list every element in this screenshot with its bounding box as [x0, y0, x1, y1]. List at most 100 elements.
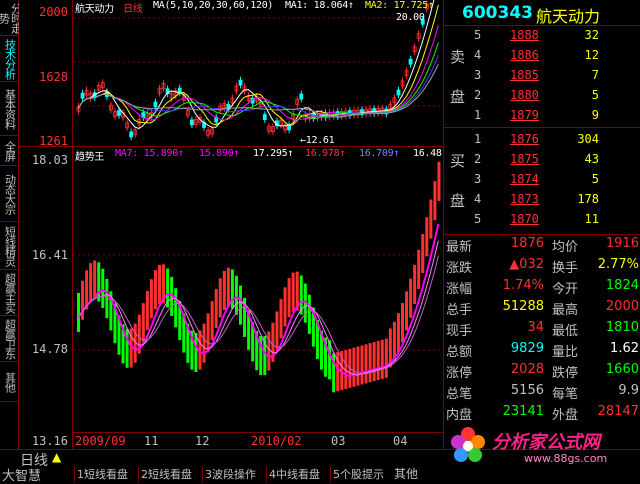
stats-divider [444, 234, 640, 235]
trend-v5: 16.709↑ [359, 148, 400, 159]
sell-volume: 32 [584, 28, 599, 42]
date-3: 12 [195, 434, 210, 448]
sell-level: 1 [474, 108, 482, 122]
stat-label: 涨幅 [446, 282, 473, 297]
trend-bar [275, 311, 279, 351]
trend-bar [214, 288, 218, 329]
trend-bar [158, 264, 161, 305]
sell-volume: 5 [591, 88, 599, 102]
stat-label: 总手 [446, 303, 473, 318]
left-tab-2[interactable]: 技术分析 [0, 36, 19, 82]
date-1: 2009/09 [75, 434, 126, 448]
kline-chart[interactable] [73, 0, 443, 449]
left-tab-7[interactable]: 超赢主买 [0, 270, 19, 316]
sell-row[interactable]: 1 1879 9 [444, 106, 640, 124]
trend-v6: 16.48 [413, 148, 442, 159]
left-tab-8[interactable]: 超赢卫东 [0, 316, 19, 362]
stat-value: 1.62 [610, 341, 639, 356]
sell-row[interactable]: 4 1886 12 [444, 46, 640, 64]
stat-label: 最高 [552, 303, 579, 318]
kline-body [153, 101, 158, 108]
left-tab-5[interactable]: 动态大宗 [0, 166, 19, 222]
left-tab-9[interactable]: 其他 [0, 362, 19, 402]
sell-row[interactable]: 3 1885 7 [444, 66, 640, 84]
stock-title: 航天动力 [75, 4, 114, 15]
trend-bar [279, 299, 283, 339]
trend-bar [101, 268, 105, 308]
left-tab-4[interactable]: 全屏 [0, 136, 19, 166]
buy-volume: 5 [591, 172, 599, 186]
stock-name: 航天动力 [536, 7, 601, 26]
sell-price: 1885 [510, 68, 539, 82]
buy-volume: 304 [577, 132, 599, 146]
ma7-value: MA7: 15.890↑ [115, 148, 184, 159]
stat-label: 总额 [446, 345, 473, 360]
stat-label: 内盘 [446, 408, 473, 423]
stat-label: 换手 [552, 261, 579, 276]
stat-label: 总笔 [446, 387, 473, 402]
trend-bar [210, 301, 214, 341]
trend-bar [368, 343, 372, 383]
stat-value: 34 [527, 320, 544, 335]
trend-bar [267, 331, 271, 371]
stat-value: 1660 [605, 362, 639, 377]
high-note: 20.00 [396, 12, 425, 23]
trend-bar [77, 292, 80, 333]
sell-price: 1880 [510, 88, 539, 102]
kline-body [190, 119, 194, 126]
trend-bar [396, 313, 400, 353]
buy-row[interactable]: 4 1873 178 [444, 190, 640, 208]
stat-value: 51288 [502, 299, 544, 314]
ma-line-6 [77, 63, 439, 118]
buy-row[interactable]: 1 1876 304 [444, 130, 640, 148]
warning-icon[interactable]: ▲ [52, 450, 61, 464]
stock-app: 分时走势 技术分析 基本资料 全屏 动态大宗 短线精灵 超赢主买 超赢卫东 其他 2000 16… [0, 0, 640, 484]
date-4: 2010/02 [251, 434, 302, 448]
trend-bar [392, 321, 396, 361]
sell-row[interactable]: 5 1888 32 [444, 26, 640, 44]
kline-body [396, 89, 401, 96]
left-tab-3[interactable]: 基本资料 [0, 82, 19, 136]
trend-bar [376, 340, 380, 381]
trend-bar [401, 302, 404, 343]
book-divider [444, 127, 640, 128]
sell-level: 3 [474, 68, 482, 82]
buy-row[interactable]: 3 1874 5 [444, 170, 640, 188]
trend-bar [97, 262, 101, 302]
trend-v2: 15.890↑ [199, 148, 240, 159]
logo-url: www.88gs.com [524, 452, 608, 465]
trend-bar [307, 294, 311, 334]
trend-bar [380, 339, 384, 379]
stat-label: 外盘 [552, 408, 579, 423]
trend-bar [417, 249, 421, 289]
trend-title: 趋势王 [75, 152, 105, 163]
axis-bottom-1: 18.03 [31, 153, 68, 167]
trend-bar [425, 217, 429, 257]
buy-row[interactable]: 2 1875 43 [444, 150, 640, 168]
trend-bar [218, 278, 222, 318]
buy-price: 1875 [510, 152, 539, 166]
period-label[interactable]: 日线 [123, 0, 143, 15]
trend-bar [149, 279, 153, 319]
buy-volume: 178 [577, 192, 599, 206]
trend-bar [405, 291, 409, 331]
left-tab-1[interactable]: 分时走势 [0, 0, 19, 36]
trend-bar [352, 347, 356, 387]
buy-level: 3 [474, 172, 482, 186]
sell-volume: 7 [591, 68, 599, 82]
trend-bar [413, 264, 417, 304]
stat-value: 5156 [510, 383, 544, 398]
other-button[interactable]: 其他 [394, 465, 418, 482]
left-tab-bar: 分时走势 技术分析 基本资料 全屏 动态大宗 短线精灵 超赢主买 超赢卫东 其他 [0, 0, 19, 449]
ma1-value: MA1: 18.064↑ [285, 0, 354, 11]
trend-bar [356, 346, 360, 386]
kline-body [262, 114, 267, 120]
trend-bar [93, 260, 97, 300]
sell-row[interactable]: 2 1880 5 [444, 86, 640, 104]
axis-top-mid: 1628 [39, 70, 68, 84]
buy-row[interactable]: 5 1870 11 [444, 210, 640, 228]
trend-bar [360, 345, 364, 385]
left-tab-6[interactable]: 短线精灵 [0, 222, 19, 270]
stat-value: 2000 [605, 299, 639, 314]
stat-value: 9.9 [618, 383, 639, 398]
